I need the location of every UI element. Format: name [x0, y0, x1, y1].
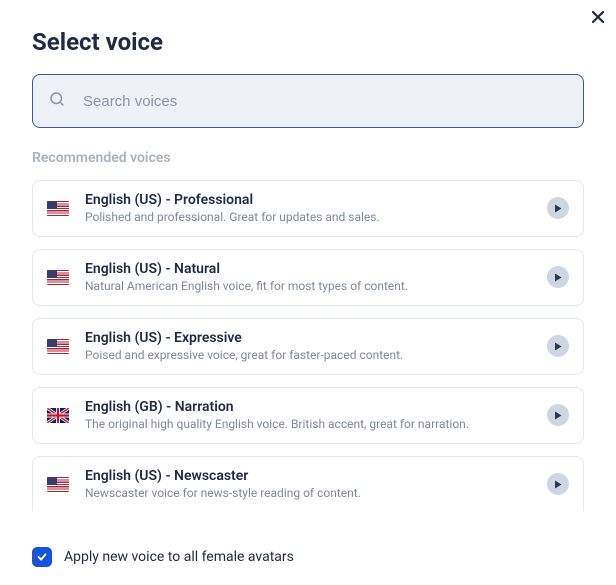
flag-us-icon: [47, 477, 69, 492]
voice-list: English (US) - ProfessionalPolished and …: [32, 180, 584, 512]
voice-text: English (US) - ExpressivePoised and expr…: [85, 329, 547, 364]
play-icon: [554, 273, 562, 282]
play-button[interactable]: [547, 266, 569, 288]
check-icon: [36, 551, 48, 563]
voice-item[interactable]: English (US) - NaturalNatural American E…: [32, 249, 584, 306]
voice-name: English (US) - Natural: [85, 260, 547, 278]
footer: Apply new voice to all female avatars: [32, 535, 584, 567]
close-button[interactable]: [586, 6, 610, 30]
close-icon: [591, 10, 605, 27]
search-icon: [48, 90, 66, 112]
play-button[interactable]: [547, 335, 569, 357]
flag-us-icon: [47, 201, 69, 216]
apply-all-checkbox[interactable]: [32, 547, 52, 567]
flag-us-icon: [47, 339, 69, 354]
play-button[interactable]: [547, 197, 569, 219]
play-icon: [554, 480, 562, 489]
voice-item[interactable]: English (GB) - NarrationThe original hig…: [32, 387, 584, 444]
voice-text: English (US) - ProfessionalPolished and …: [85, 191, 547, 226]
voice-desc: Poised and expressive voice, great for f…: [85, 347, 547, 364]
search-input[interactable]: [32, 74, 584, 128]
modal-title: Select voice: [32, 28, 584, 56]
play-icon: [554, 411, 562, 420]
voice-text: English (US) - NewscasterNewscaster voic…: [85, 467, 547, 502]
voice-item[interactable]: English (US) - NewscasterNewscaster voic…: [32, 456, 584, 512]
voice-name: English (GB) - Narration: [85, 398, 547, 416]
flag-gb-icon: [47, 408, 69, 423]
play-button[interactable]: [547, 404, 569, 426]
voice-item[interactable]: English (US) - ExpressivePoised and expr…: [32, 318, 584, 375]
voice-name: English (US) - Newscaster: [85, 467, 547, 485]
voice-desc: Natural American English voice, fit for …: [85, 278, 547, 295]
play-button[interactable]: [547, 473, 569, 495]
flag-us-icon: [47, 270, 69, 285]
section-label: Recommended voices: [32, 150, 584, 166]
voice-desc: The original high quality English voice.…: [85, 416, 547, 433]
voice-text: English (US) - NaturalNatural American E…: [85, 260, 547, 295]
play-icon: [554, 342, 562, 351]
voice-desc: Newscaster voice for news-style reading …: [85, 485, 547, 502]
select-voice-modal: Select voice Recommended voices English …: [0, 0, 616, 585]
voice-text: English (GB) - NarrationThe original hig…: [85, 398, 547, 433]
voice-desc: Polished and professional. Great for upd…: [85, 209, 547, 226]
voice-item[interactable]: English (US) - ProfessionalPolished and …: [32, 180, 584, 237]
voice-name: English (US) - Expressive: [85, 329, 547, 347]
search-field: [32, 74, 584, 128]
voice-name: English (US) - Professional: [85, 191, 547, 209]
play-icon: [554, 204, 562, 213]
apply-all-label: Apply new voice to all female avatars: [64, 549, 294, 565]
